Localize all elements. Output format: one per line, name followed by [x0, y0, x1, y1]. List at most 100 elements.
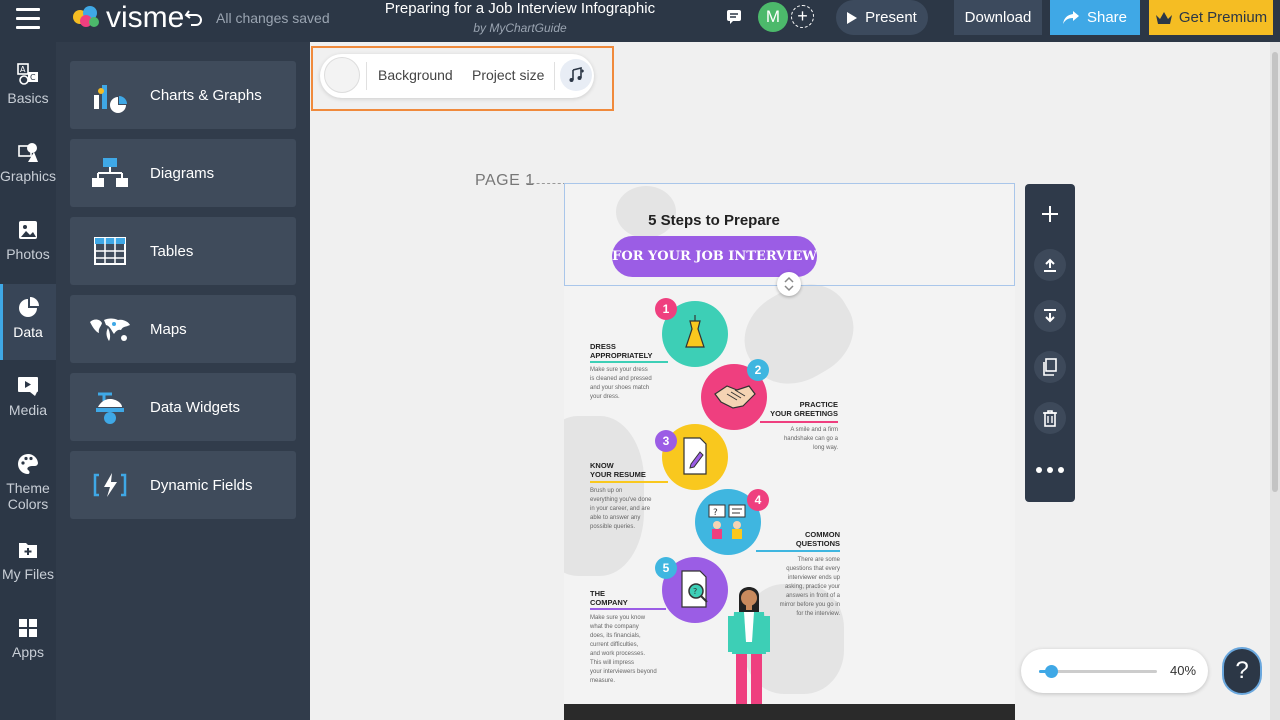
document-title-block[interactable]: Preparing for a Job Interview Infographi… — [330, 0, 710, 38]
panel-item-label: Data Widgets — [150, 398, 241, 416]
rail-label: Media — [8, 402, 48, 418]
download-button[interactable]: Download — [954, 0, 1042, 35]
rail-label: Theme — [6, 480, 50, 496]
rail-item-apps[interactable]: Apps — [0, 604, 56, 680]
zoom-level: 40% — [1170, 663, 1197, 678]
selection-outline — [564, 183, 1015, 286]
woman-illustration[interactable] — [724, 582, 774, 706]
rail-label: Graphics — [0, 168, 57, 184]
rail-item-media[interactable]: Media — [0, 362, 56, 438]
data-icon — [19, 297, 39, 317]
panel-item-data-widgets[interactable]: Data Widgets — [70, 373, 296, 441]
rail-item-graphics[interactable]: Graphics — [0, 128, 56, 204]
step-1-badge: 1 — [655, 298, 677, 320]
share-button[interactable]: Share — [1050, 0, 1140, 35]
toolbar-divider — [554, 62, 555, 90]
step-2-heading[interactable]: PRACTICE YOUR GREETINGS — [764, 400, 838, 418]
step-1-underline — [590, 361, 668, 363]
logo-text: visme — [106, 1, 185, 34]
scrollbar-thumb[interactable] — [1272, 52, 1278, 492]
theme-colors-icon — [18, 453, 38, 474]
copy-icon — [1034, 351, 1066, 383]
audio-button[interactable] — [560, 59, 592, 91]
rail-item-data[interactable]: Data — [0, 284, 56, 360]
resize-handle-icon[interactable] — [777, 272, 801, 296]
move-page-down-button[interactable] — [1025, 295, 1075, 337]
svg-text:?: ? — [693, 587, 697, 596]
comment-icon[interactable] — [726, 9, 742, 30]
move-down-icon — [1034, 300, 1066, 332]
rail-item-theme-colors[interactable]: Theme Colors — [0, 440, 56, 524]
rail-label-line2: Colors — [7, 496, 49, 512]
step-3-body[interactable]: Brush up on everything you've done in your… — [590, 487, 652, 532]
panel-item-label: Charts & Graphs — [150, 86, 262, 104]
premium-label: Get Premium — [1178, 9, 1268, 26]
canvas-toolbar: Background Project size — [320, 54, 594, 98]
rail-label: My Files — [1, 566, 55, 582]
zoom-slider[interactable] — [1039, 665, 1157, 678]
my-files-icon — [19, 543, 37, 558]
move-up-icon — [1034, 249, 1066, 281]
duplicate-page-button[interactable] — [1025, 346, 1075, 388]
svg-text:?: ? — [713, 508, 718, 518]
present-label: Present — [865, 9, 917, 26]
basics-icon: AC — [17, 63, 38, 85]
zoom-slider-handle[interactable] — [1045, 665, 1058, 678]
present-button[interactable]: Present — [836, 0, 928, 35]
step-1-heading[interactable]: DRESS APPROPRIATELY — [590, 342, 653, 360]
data-widgets-icon — [70, 373, 150, 441]
panel-item-charts-graphs[interactable]: Charts & Graphs — [70, 61, 296, 129]
menu-icon[interactable] — [16, 8, 40, 30]
panel-item-tables[interactable]: Tables — [70, 217, 296, 285]
move-page-up-button[interactable] — [1025, 244, 1075, 286]
rail-label: Basics — [7, 90, 49, 106]
visme-logo-icon — [73, 6, 99, 27]
left-icon-rail: AC Basics Graphics Photos Data Media The… — [0, 42, 56, 720]
step-5-body[interactable]: Make sure you know what the company does, … — [590, 614, 657, 686]
diagrams-icon — [70, 139, 150, 207]
canvas-scrollbar[interactable] — [1270, 42, 1280, 720]
undo-icon[interactable] — [184, 7, 204, 33]
rail-item-photos[interactable]: Photos — [0, 206, 56, 282]
step-2-body[interactable]: A smile and a firm handshake can go a long… — [764, 426, 838, 453]
page-label: PAGE 1 — [475, 172, 535, 189]
delete-page-button[interactable] — [1025, 397, 1075, 439]
step-1-body[interactable]: Make sure your dress is cleaned and press… — [590, 366, 652, 402]
step-2-underline — [760, 421, 838, 423]
step-3-underline — [590, 481, 668, 483]
background-color-swatch[interactable] — [324, 57, 360, 93]
step-4-badge: 4 — [747, 489, 769, 511]
panel-item-label: Tables — [150, 242, 194, 260]
step-3-badge: 3 — [655, 430, 677, 452]
step-3-heading[interactable]: KNOW YOUR RESUME — [590, 461, 646, 479]
toolbar-divider — [366, 62, 367, 90]
document-title[interactable]: Preparing for a Job Interview Infographi… — [330, 0, 710, 18]
rail-item-basics[interactable]: AC Basics — [0, 50, 56, 126]
step-5-heading[interactable]: THE COMPANY — [590, 589, 628, 607]
more-options-button[interactable] — [1025, 449, 1075, 491]
user-avatar[interactable]: M — [758, 2, 788, 32]
visme-logo[interactable]: visme — [70, 3, 184, 33]
step-4-heading[interactable]: COMMON QUESTIONS — [764, 530, 840, 548]
rail-label: Data — [13, 324, 43, 340]
panel-item-diagrams[interactable]: Diagrams — [70, 139, 296, 207]
add-collaborator-icon[interactable]: + — [791, 5, 814, 28]
page-footer-band — [564, 704, 1015, 720]
page-label-connector — [526, 183, 566, 184]
rail-item-my-files[interactable]: My Files — [0, 526, 56, 602]
help-button[interactable]: ? — [1222, 647, 1262, 695]
panel-item-maps[interactable]: Maps — [70, 295, 296, 363]
panel-item-dynamic-fields[interactable]: Dynamic Fields — [70, 451, 296, 519]
step-2-badge: 2 — [747, 359, 769, 381]
panel-item-label: Dynamic Fields — [150, 476, 253, 494]
background-button[interactable]: Background — [378, 67, 453, 83]
add-page-button[interactable] — [1025, 193, 1075, 235]
crown-icon — [1155, 11, 1172, 24]
get-premium-button[interactable]: Get Premium — [1149, 0, 1273, 35]
dynamic-fields-icon — [70, 451, 150, 519]
step-4-underline — [756, 550, 840, 552]
trash-icon — [1034, 402, 1066, 434]
graphics-icon — [18, 143, 38, 162]
top-bar: visme All changes saved Preparing for a … — [0, 0, 1280, 42]
project-size-button[interactable]: Project size — [472, 67, 544, 83]
